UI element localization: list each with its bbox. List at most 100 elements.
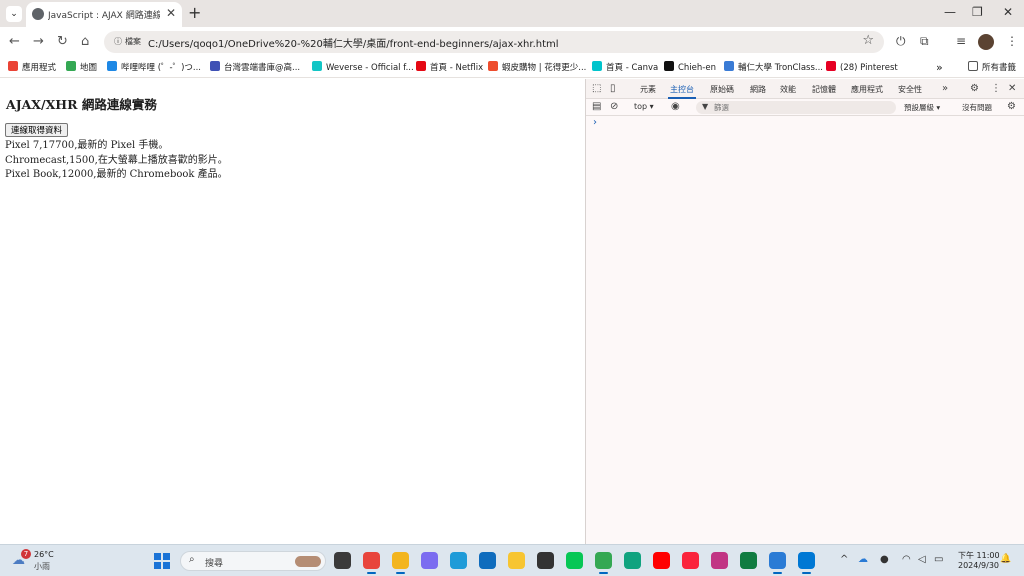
sidebar-toggle-icon[interactable]: ▤	[592, 101, 601, 112]
edge-app[interactable]	[450, 552, 467, 569]
bookmark-item[interactable]: Chieh-en	[664, 61, 716, 75]
bookmarks-bar: 應用程式 地圖 哔哩哔哩 (゜-゜)つ... 台灣雲端書庫@高... Wever…	[0, 58, 1024, 78]
windows-taskbar: ☁ 7 26°C 小雨 ⌕ 搜尋 ^ ☁ ● ◠ ◁ ▭ 下午 11:00 20…	[0, 544, 1024, 576]
clock-date[interactable]: 2024/9/30	[958, 561, 999, 570]
tab-console[interactable]: 主控台	[668, 84, 696, 99]
power-icon[interactable]: ⏻	[896, 34, 906, 49]
clear-console-icon[interactable]: ⊘	[610, 101, 618, 112]
tab-security[interactable]: 安全性	[898, 84, 922, 95]
live-expression-eye-icon[interactable]: ◉	[671, 101, 680, 112]
issues-counter[interactable]: 沒有問題	[962, 102, 992, 113]
tab-network[interactable]: 網路	[750, 84, 766, 95]
fetch-data-button[interactable]: 連線取得資料	[5, 123, 69, 137]
sticky-app[interactable]	[537, 552, 554, 569]
console-prompt-chevron-icon[interactable]: ›	[593, 117, 597, 128]
copilot-app[interactable]	[421, 552, 438, 569]
tab-sources[interactable]: 原始碼	[710, 84, 734, 95]
tab-close-icon[interactable]: ✕	[166, 6, 176, 20]
log-levels-dropdown[interactable]: 預設層級 ▾	[904, 102, 940, 113]
instagram-app[interactable]	[711, 552, 728, 569]
shark-app[interactable]	[769, 552, 786, 574]
bookmark-item[interactable]: 蝦皮購物 | 花得更少...	[488, 61, 586, 75]
bookmark-item[interactable]: Weverse - Official f...	[312, 61, 414, 75]
more-bookmarks-chevron-icon[interactable]: »	[936, 61, 943, 75]
device-toolbar-icon[interactable]: ▯	[610, 83, 616, 94]
reload-icon[interactable]: ↻	[57, 34, 68, 49]
site-info-chip[interactable]: 檔案	[110, 35, 147, 49]
url-text[interactable]: C:/Users/qoqo1/OneDrive%20-%20輔仁大學/桌面/fr…	[148, 35, 559, 50]
tab-application[interactable]: 應用程式	[851, 84, 883, 95]
tab-search-button[interactable]: ⌄	[6, 6, 22, 22]
search-highlight-image	[295, 556, 321, 567]
book-icon	[210, 61, 220, 71]
inspect-element-icon[interactable]: ⬚	[592, 83, 601, 94]
weather-temperature[interactable]: 26°C	[34, 550, 54, 559]
volume-icon[interactable]: ◁	[918, 554, 926, 565]
chatgpt-app[interactable]	[624, 552, 641, 569]
taskbar-search[interactable]: ⌕ 搜尋	[180, 551, 326, 571]
restore-button[interactable]: ❐	[972, 5, 983, 19]
minimize-button[interactable]: —	[944, 5, 956, 19]
console-settings-gear-icon[interactable]: ⚙	[1007, 101, 1016, 112]
browser-menu-icon[interactable]: ⋮	[1006, 34, 1018, 48]
profile-avatar[interactable]	[978, 34, 994, 50]
onedrive-cloud-icon[interactable]: ☁	[858, 554, 868, 565]
bookmark-star-icon[interactable]: ☆	[862, 33, 874, 48]
devtools-close-icon[interactable]: ✕	[1008, 83, 1016, 94]
excel-app[interactable]	[740, 552, 757, 569]
start-button-windows-icon[interactable]	[154, 553, 170, 569]
console-toolbar: ▤ ⊘ top ▾ ◉ ▼ 預設層級 ▾ 沒有問題 ⚙	[586, 99, 1024, 116]
console-filter[interactable]: ▼	[696, 101, 896, 114]
media-icon[interactable]: ≡	[956, 34, 966, 48]
task-view-app[interactable]	[334, 552, 351, 569]
bookmark-item[interactable]: 首頁 - Canva	[592, 61, 658, 75]
notes-app[interactable]	[508, 552, 525, 569]
tray-chevron-icon[interactable]: ^	[840, 554, 848, 565]
tab-performance[interactable]: 效能	[780, 84, 796, 95]
tab-active[interactable]: JavaScript : AJAX 網路連線實務 ✕	[26, 2, 182, 27]
tab-memory[interactable]: 記憶體	[812, 84, 836, 95]
weather-badge: 7	[21, 549, 31, 559]
new-tab-button[interactable]: +	[188, 3, 201, 22]
tab-strip: ⌄ JavaScript : AJAX 網路連線實務 ✕ + — ❐ ✕	[0, 0, 1024, 27]
forward-icon[interactable]: →	[33, 34, 44, 49]
back-icon[interactable]: ←	[9, 34, 20, 49]
devtools-settings-gear-icon[interactable]: ⚙	[970, 83, 979, 94]
bookmark-item[interactable]: 地圖	[66, 61, 97, 75]
page-viewport: AJAX/XHR 網路連線實務 連線取得資料 Pixel 7,17700,最新的…	[0, 79, 585, 544]
clock-time[interactable]: 下午 11:00	[958, 550, 1000, 561]
file-explorer-app[interactable]	[392, 552, 409, 574]
filter-icon: ▼	[702, 102, 709, 111]
app-tray-icon[interactable]: ●	[880, 554, 889, 565]
canva-icon	[592, 61, 602, 71]
tab-elements[interactable]: 元素	[640, 84, 656, 95]
music-app[interactable]	[682, 552, 699, 569]
address-bar[interactable]: 檔案 C:/Users/qoqo1/OneDrive%20-%20輔仁大學/桌面…	[104, 31, 884, 53]
context-selector[interactable]: top ▾	[634, 102, 654, 111]
bookmark-item[interactable]: 哔哩哔哩 (゜-゜)つ...	[107, 61, 201, 75]
devtools-menu-icon[interactable]: ⋮	[991, 83, 1001, 94]
vscode-app[interactable]	[798, 552, 815, 574]
notification-bell-icon[interactable]: 🔔	[1000, 554, 1011, 564]
devtools-tab-bar: ⬚ ▯ 元素 主控台 原始碼 網路 效能 記憶體 應用程式 安全性 » ⚙ ⋮ …	[586, 79, 1024, 99]
devtools-panel: ⬚ ▯ 元素 主控台 原始碼 網路 效能 記憶體 應用程式 安全性 » ⚙ ⋮ …	[585, 79, 1024, 544]
bookmark-item[interactable]: 首頁 - Netflix	[416, 61, 483, 75]
wifi-icon[interactable]: ◠	[902, 554, 911, 565]
drive-app[interactable]	[595, 552, 612, 574]
line-app[interactable]	[566, 552, 583, 569]
extensions-icon[interactable]: ⧉	[920, 34, 929, 49]
home-icon[interactable]: ⌂	[81, 34, 89, 49]
all-bookmarks-folder[interactable]: 所有書籤	[968, 61, 1016, 75]
bookmark-item[interactable]: (28) Pinterest	[826, 61, 898, 75]
weather-condition[interactable]: 小雨	[34, 561, 50, 572]
outlook-app[interactable]	[479, 552, 496, 569]
chrome-app[interactable]	[363, 552, 380, 574]
bookmark-item[interactable]: 應用程式	[8, 61, 56, 75]
youtube-app[interactable]	[653, 552, 670, 569]
more-tabs-chevron-icon[interactable]: »	[942, 83, 948, 94]
battery-icon[interactable]: ▭	[934, 554, 943, 565]
close-window-button[interactable]: ✕	[1003, 5, 1013, 19]
bookmark-item[interactable]: 輔仁大學 TronClass...	[724, 61, 823, 75]
filter-input[interactable]	[714, 102, 884, 113]
bookmark-item[interactable]: 台灣雲端書庫@高...	[210, 61, 300, 75]
